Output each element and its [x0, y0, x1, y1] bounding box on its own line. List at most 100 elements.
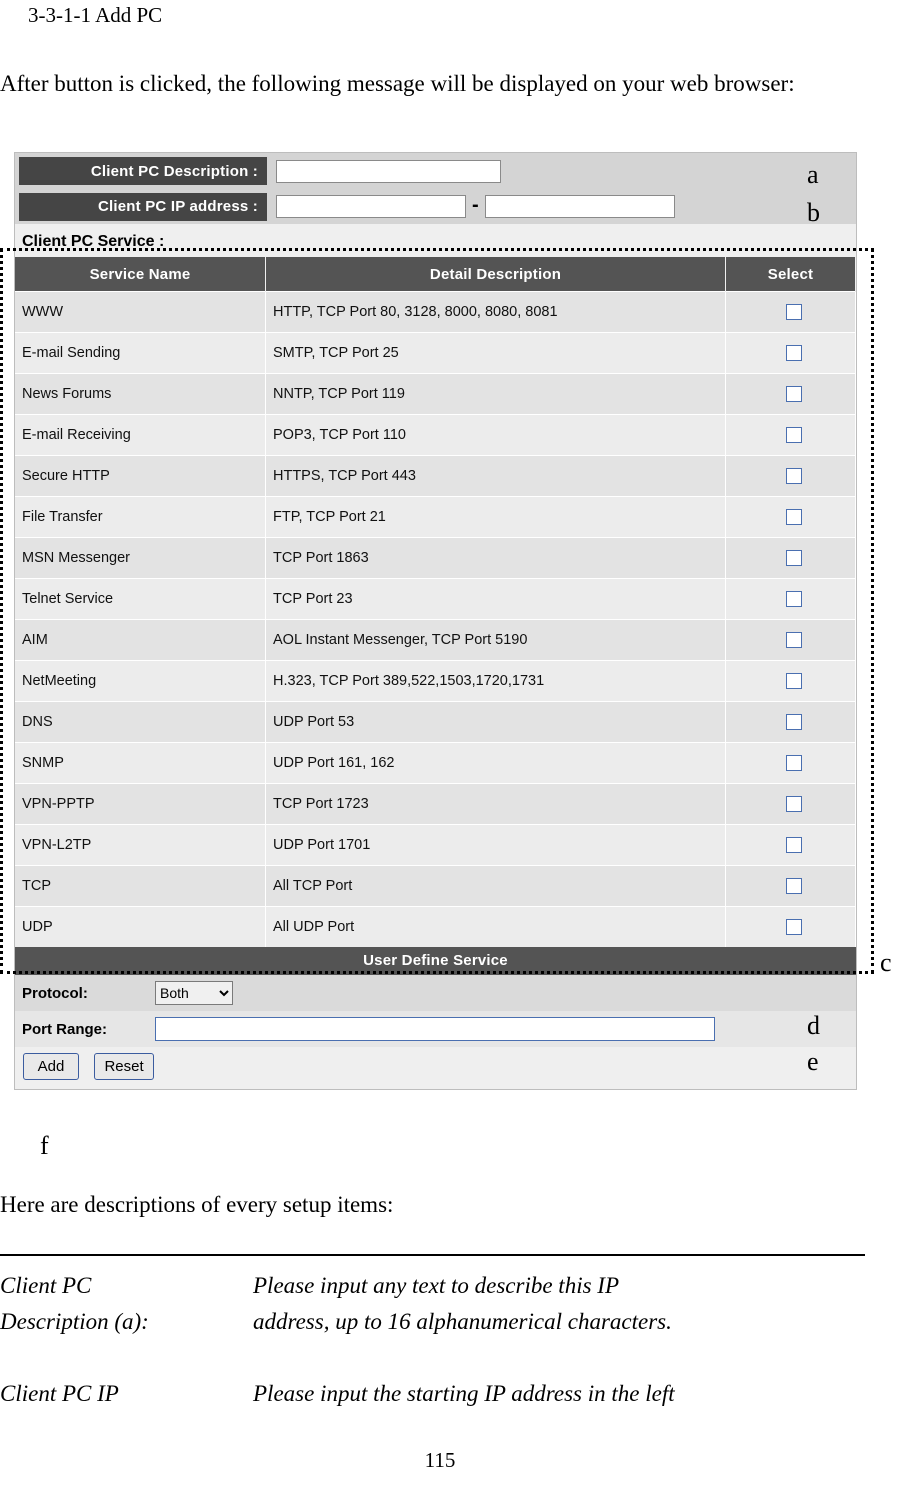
service-checkbox[interactable] [785, 509, 802, 526]
top-fields-block: Client PC Description : Client PC IP add… [14, 152, 857, 224]
service-detail-cell: TCP Port 1863 [265, 537, 726, 579]
description-term: Client PC [0, 1273, 92, 1298]
client-pc-ip-end-input[interactable] [484, 195, 675, 218]
service-checkbox[interactable] [785, 796, 802, 813]
service-select-cell [725, 906, 856, 947]
marker-d: d [807, 1011, 820, 1040]
marker-c: c [880, 948, 892, 977]
add-button[interactable]: Add [23, 1053, 79, 1080]
service-checkbox[interactable] [785, 550, 802, 567]
client-pc-description-label: Client PC Description : [19, 157, 267, 185]
service-detail-cell: H.323, TCP Port 389,522,1503,1720,1731 [265, 660, 726, 702]
service-detail-cell: FTP, TCP Port 21 [265, 496, 726, 538]
service-select-cell [725, 578, 856, 620]
ip-range-separator: - [472, 194, 479, 216]
description-definition: Please input any text to describe this I… [253, 1273, 619, 1298]
service-checkbox[interactable] [785, 919, 802, 936]
service-detail-cell: UDP Port 1701 [265, 824, 726, 866]
table-row: WWW HTTP, TCP Port 80, 3128, 8000, 8080,… [15, 291, 856, 333]
table-row: MSN Messenger TCP Port 1863 [15, 537, 856, 579]
description-entry-line: Client PC IP Please input the starting I… [0, 1376, 880, 1412]
service-select-cell [725, 660, 856, 702]
service-detail-cell: TCP Port 1723 [265, 783, 726, 825]
service-name-cell: AIM [15, 619, 266, 661]
description-definition: Please input the starting IP address in … [253, 1381, 675, 1406]
service-select-cell [725, 742, 856, 784]
service-select-cell [725, 783, 856, 825]
port-range-input[interactable] [155, 1017, 715, 1041]
service-checkbox[interactable] [785, 345, 802, 362]
client-pc-service-panel: Client PC Service : Service Name Detail … [14, 224, 857, 1090]
service-detail-cell: All UDP Port [265, 906, 726, 947]
service-detail-cell: UDP Port 53 [265, 701, 726, 743]
service-checkbox[interactable] [785, 591, 802, 608]
service-name-cell: TCP [15, 865, 266, 907]
client-pc-description-field-wrap [276, 159, 501, 183]
protocol-label: Protocol: [22, 984, 88, 1002]
document-page: 3-3-1-1 Add PC After button is clicked, … [0, 0, 903, 1486]
service-checkbox[interactable] [785, 755, 802, 772]
service-checkbox[interactable] [785, 837, 802, 854]
service-checkbox[interactable] [785, 632, 802, 649]
service-select-cell [725, 332, 856, 374]
service-checkbox[interactable] [785, 714, 802, 731]
service-detail-cell: SMTP, TCP Port 25 [265, 332, 726, 374]
description-term: Client PC IP [0, 1381, 119, 1406]
table-row: UDP All UDP Port [15, 906, 856, 947]
column-header-detail-description: Detail Description [265, 257, 726, 292]
table-row: NetMeeting H.323, TCP Port 389,522,1503,… [15, 660, 856, 702]
page-heading: 3-3-1-1 Add PC [28, 3, 163, 27]
table-row: DNS UDP Port 53 [15, 701, 856, 743]
service-detail-cell: HTTPS, TCP Port 443 [265, 455, 726, 497]
protocol-select[interactable]: Both TCP UDP [155, 981, 233, 1005]
service-detail-cell: TCP Port 23 [265, 578, 726, 620]
service-name-cell: MSN Messenger [15, 537, 266, 579]
service-name-cell: E-mail Receiving [15, 414, 266, 456]
client-pc-ip-field-wrap: - [276, 195, 675, 218]
service-select-cell [725, 291, 856, 333]
port-range-row: Port Range: [15, 1011, 856, 1047]
service-name-cell: Secure HTTP [15, 455, 266, 497]
client-pc-service-title: Client PC Service : [22, 233, 165, 250]
service-name-cell: E-mail Sending [15, 332, 266, 374]
service-select-cell [725, 373, 856, 415]
action-button-row: Add Reset [15, 1047, 856, 1089]
service-select-cell [725, 865, 856, 907]
service-checkbox[interactable] [785, 427, 802, 444]
service-name-cell: News Forums [15, 373, 266, 415]
description-term: Description (a): [0, 1309, 149, 1334]
reset-button[interactable]: Reset [94, 1053, 154, 1080]
marker-b: b [807, 198, 820, 227]
service-checkbox[interactable] [785, 878, 802, 895]
service-select-cell [725, 701, 856, 743]
column-header-select: Select [725, 257, 856, 292]
service-select-cell [725, 537, 856, 579]
client-pc-description-input[interactable] [276, 159, 501, 183]
service-detail-cell: UDP Port 161, 162 [265, 742, 726, 784]
table-row: Secure HTTP HTTPS, TCP Port 443 [15, 455, 856, 497]
after-paragraph: Here are descriptions of every setup ite… [0, 1192, 394, 1217]
intro-paragraph: After button is clicked, the following m… [0, 71, 795, 96]
service-detail-cell: AOL Instant Messenger, TCP Port 5190 [265, 619, 726, 661]
service-checkbox[interactable] [785, 304, 802, 321]
service-checkbox[interactable] [785, 468, 802, 485]
port-range-label: Port Range: [22, 1020, 108, 1038]
service-select-cell [725, 824, 856, 866]
description-entry-line: Client PC Please input any text to descr… [0, 1268, 880, 1304]
client-pc-description-row: Client PC Description : [15, 153, 856, 189]
service-select-cell [725, 455, 856, 497]
page-number: 115 [424, 1448, 456, 1472]
screenshot-figure: Client PC Description : Client PC IP add… [0, 152, 874, 1090]
service-select-cell [725, 496, 856, 538]
service-name-cell: VPN-PPTP [15, 783, 266, 825]
service-name-cell: SNMP [15, 742, 266, 784]
service-checkbox[interactable] [785, 673, 802, 690]
table-row: SNMP UDP Port 161, 162 [15, 742, 856, 784]
table-row: AIM AOL Instant Messenger, TCP Port 5190 [15, 619, 856, 661]
table-row: Telnet Service TCP Port 23 [15, 578, 856, 620]
client-pc-ip-start-input[interactable] [276, 195, 466, 218]
table-row: VPN-L2TP UDP Port 1701 [15, 824, 856, 866]
service-name-cell: UDP [15, 906, 266, 947]
service-checkbox[interactable] [785, 386, 802, 403]
